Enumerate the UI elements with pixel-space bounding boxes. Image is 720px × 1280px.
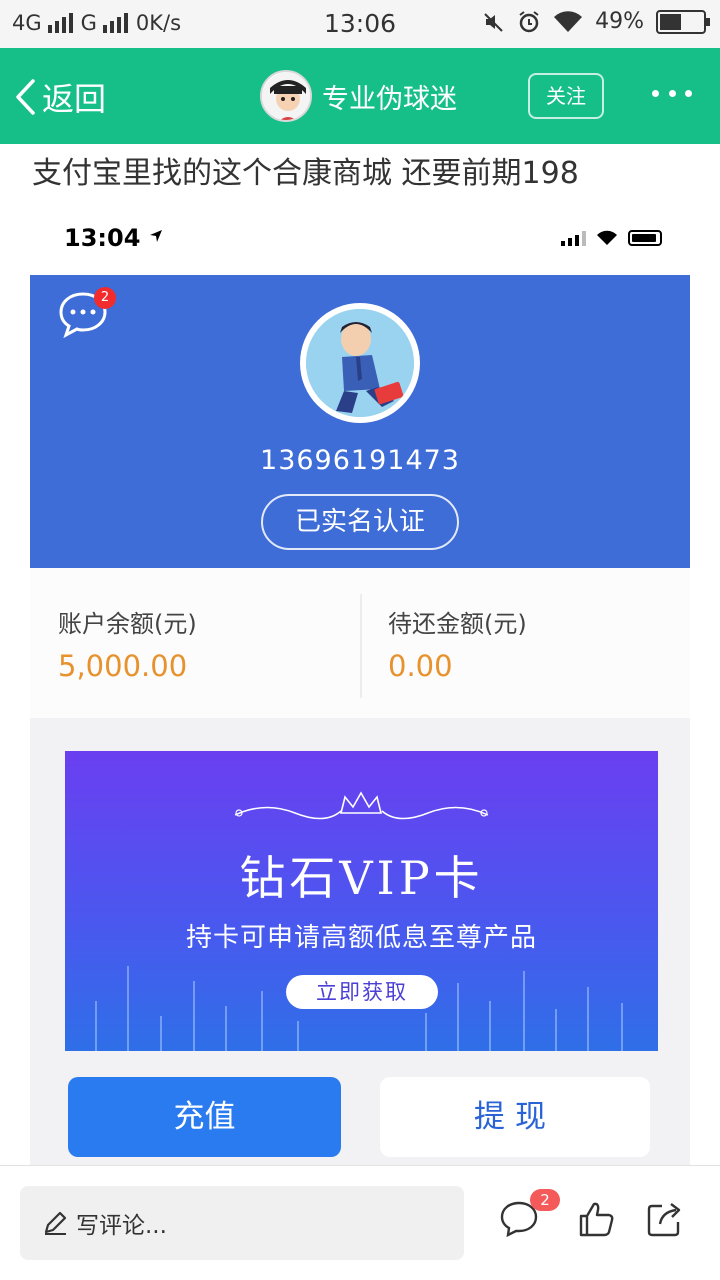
profile-header: 2 13696191473 已实名认证 [30,275,690,568]
alarm-icon [519,10,539,32]
back-icon [16,79,35,115]
comment-count-badge: 2 [530,1189,560,1211]
avatar[interactable] [260,70,312,122]
embedded-status-bar: 13:04 [30,210,690,272]
account-balance: 账户余额(元) 5,000.00 [58,604,197,683]
share-icon[interactable] [646,1200,684,1238]
recharge-button: 充值 [68,1077,341,1157]
balance-summary: 账户余额(元) 5,000.00 待还金额(元) 0.00 [30,568,690,718]
back-label: 返回 [42,80,107,118]
amount-due: 待还金额(元) 0.00 [388,604,527,683]
profile-avatar-image [306,309,414,417]
post-author[interactable]: 专业伪球迷 [260,70,457,122]
vip-card-title: 钻石VIP卡 [239,851,484,905]
account-balance-value: 5,000.00 [58,649,188,683]
wifi-icon [554,10,583,32]
battery-level [660,13,681,30]
more-icon[interactable] [652,78,692,108]
pencil-icon [44,1211,67,1235]
post-image[interactable]: 13:04 2 13696191473 已实名认证 账户余额(元) 5,000.… [30,210,690,1165]
status-icons: 49% [483,9,710,34]
battery-percent: 49% [595,9,644,34]
avatar-image [262,72,310,120]
divider [360,594,362,698]
location-arrow-icon [150,230,162,242]
comment-bar: 写评论... 2 [0,1165,720,1280]
app-header: 返回 专业伪球迷 关注 [0,48,720,144]
like-icon[interactable] [577,1200,615,1238]
amount-due-label: 待还金额(元) [388,610,527,638]
follow-button[interactable]: 关注 [528,73,604,119]
back-button[interactable]: 返回 [14,74,106,120]
profile-avatar [300,303,420,423]
vip-card-subtitle: 持卡可申请高额低息至尊产品 [185,923,537,953]
account-balance-label: 账户余额(元) [58,610,197,638]
comment-input[interactable]: 写评论... [20,1186,464,1260]
embedded-time: 13:04 [64,224,141,252]
chat-badge: 2 [94,287,116,309]
status-bar: 4G G 0K/s 13:06 49% [0,0,720,48]
profile-phone: 13696191473 [260,445,460,476]
embedded-signal-icon [561,230,586,246]
vip-card-banner: 钻石VIP卡 持卡可申请高额低息至尊产品 立即获取 [65,751,658,1051]
withdraw-button: 提现 [380,1077,650,1157]
get-now-button: 立即获取 [286,975,438,1009]
author-name: 专业伪球迷 [322,83,457,115]
verified-badge: 已实名认证 [261,494,459,550]
battery-icon [656,9,710,34]
post-text: 支付宝里找的这个合康商城 还要前期198 [32,156,579,191]
mute-icon [484,12,503,32]
embedded-wifi-icon [597,230,617,245]
amount-due-value: 0.00 [388,649,453,683]
comment-placeholder: 写评论... [76,1213,167,1239]
embedded-battery-icon [628,230,662,246]
